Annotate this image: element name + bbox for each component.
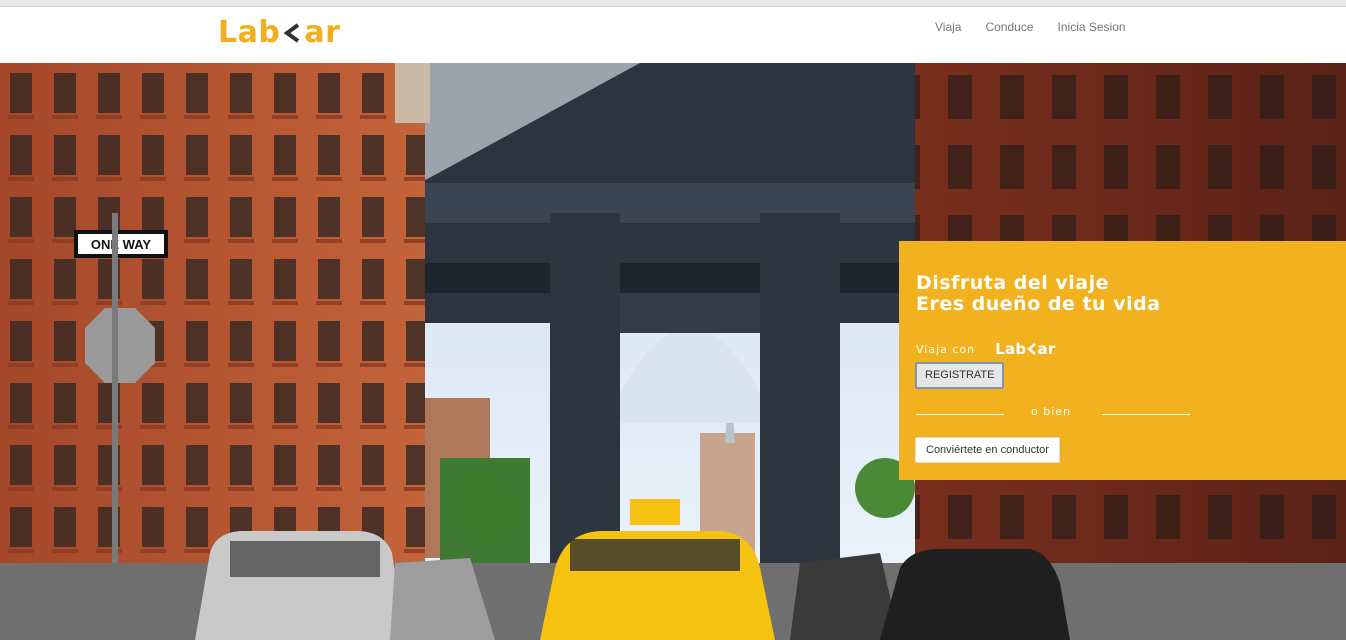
brand-logo[interactable]: Lab ar <box>218 15 340 50</box>
main-nav: Viaja Conduce Inicia Sesion <box>935 20 1150 34</box>
signup-panel: Disfruta del viaje Eres dueño de tu vida… <box>899 241 1346 480</box>
headline-line-1: Disfruta del viaje <box>916 272 1110 294</box>
chevron-left-icon <box>283 22 300 43</box>
viaja-con-label: Viaja con <box>916 342 976 356</box>
register-button[interactable]: REGISTRATE <box>915 362 1005 389</box>
one-way-sign: ONE WAY <box>91 237 152 252</box>
panel-headline: Disfruta del viaje Eres dueño de tu vida <box>916 273 1161 315</box>
nav-conduce[interactable]: Conduce <box>985 20 1033 34</box>
viaja-con-row: Viaja con Lab ar <box>916 340 1056 358</box>
become-driver-button[interactable]: Conviértete en conductor <box>915 437 1060 463</box>
navbar: Lab ar Viaja Conduce Inicia Sesion <box>0 7 1346 63</box>
panel-brand-logo: Lab ar <box>995 340 1056 358</box>
chevron-left-icon <box>1027 343 1037 355</box>
nav-inicia-sesion[interactable]: Inicia Sesion <box>1058 20 1126 34</box>
headline-line-2: Eres dueño de tu vida <box>916 293 1161 315</box>
nav-viaja[interactable]: Viaja <box>935 20 961 34</box>
or-separator: o bien <box>1031 405 1072 418</box>
browser-top-edge <box>0 0 1346 7</box>
divider-left <box>916 414 1004 415</box>
divider-right <box>1102 414 1190 415</box>
